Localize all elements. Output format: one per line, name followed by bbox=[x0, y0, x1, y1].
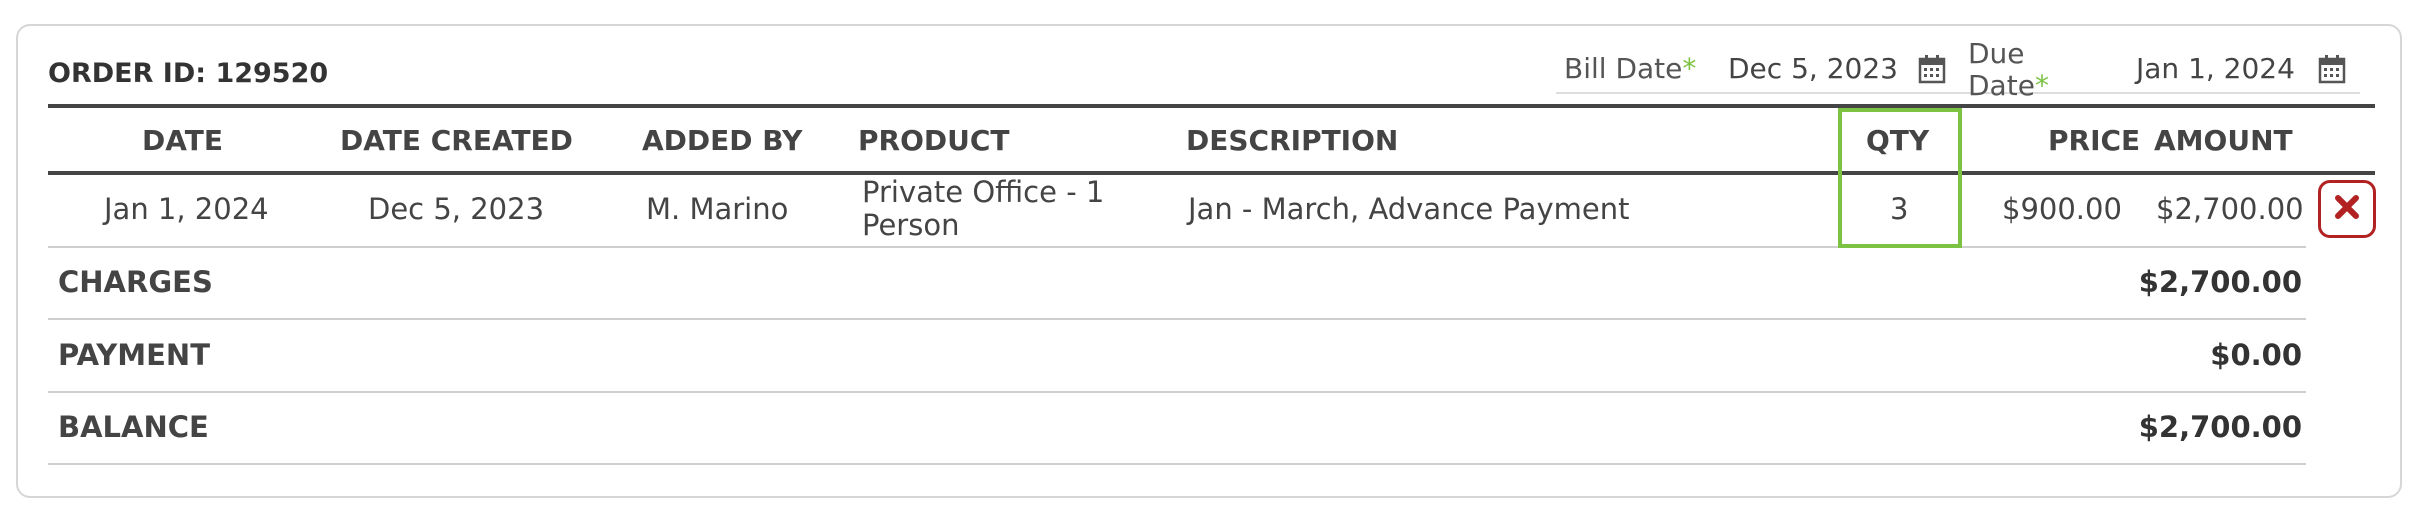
header-price[interactable]: PRICE bbox=[2048, 120, 2140, 162]
payment-value: $0.00 bbox=[2210, 338, 2302, 372]
order-id-label: ORDER ID: 129520 bbox=[48, 58, 329, 89]
required-mark: * bbox=[2034, 69, 2049, 102]
header-bottom-rule bbox=[48, 171, 2375, 175]
row-amount: $2,700.00 bbox=[2156, 192, 2304, 226]
table-top-rule bbox=[48, 104, 2375, 108]
charges-label: CHARGES bbox=[58, 265, 213, 299]
row-date-created: Dec 5, 2023 bbox=[368, 192, 545, 226]
row-qty[interactable]: 3 bbox=[1890, 192, 1908, 226]
due-date-value[interactable]: Jan 1, 2024 bbox=[2136, 52, 2295, 86]
bill-date-label-text: Bill Date bbox=[1564, 52, 1683, 85]
row-date: Jan 1, 2024 bbox=[104, 192, 269, 226]
calendar-icon[interactable] bbox=[2318, 54, 2346, 84]
qty-column-highlight bbox=[1838, 108, 1962, 248]
close-icon bbox=[2332, 192, 2362, 226]
row-description: Jan - March, Advance Payment bbox=[1188, 192, 1630, 226]
row-divider bbox=[48, 391, 2306, 393]
header-description[interactable]: DESCRIPTION bbox=[1186, 120, 1398, 162]
row-price: $900.00 bbox=[2002, 192, 2122, 226]
header-added-by[interactable]: ADDED BY bbox=[642, 120, 802, 162]
row-product: Private Office - 1 Person bbox=[862, 176, 1104, 242]
balance-value: $2,700.00 bbox=[2138, 410, 2302, 444]
delete-line-item-button[interactable] bbox=[2318, 180, 2376, 238]
header-date-created[interactable]: DATE CREATED bbox=[340, 120, 573, 162]
due-date-label: Due Date* bbox=[1968, 38, 2049, 102]
balance-label: BALANCE bbox=[58, 410, 209, 444]
row-added-by: M. Marino bbox=[646, 192, 789, 226]
row-product-line1: Private Office - 1 bbox=[862, 175, 1105, 209]
bill-date-label: Bill Date* bbox=[1564, 52, 1696, 86]
payment-label: PAYMENT bbox=[58, 338, 210, 372]
charges-value: $2,700.00 bbox=[2138, 265, 2302, 299]
header-product[interactable]: PRODUCT bbox=[858, 120, 1010, 162]
bill-date-field[interactable]: Bill Date* Dec 5, 2023 bbox=[1556, 46, 1960, 94]
row-divider bbox=[48, 318, 2306, 320]
row-product-line2: Person bbox=[862, 208, 960, 242]
calendar-icon[interactable] bbox=[1918, 54, 1946, 84]
due-date-label-line2: Date bbox=[1968, 69, 2035, 102]
header-amount[interactable]: AMOUNT bbox=[2154, 120, 2293, 162]
row-divider bbox=[48, 463, 2306, 465]
required-mark: * bbox=[1682, 52, 1697, 85]
due-date-field[interactable]: Due Date* Jan 1, 2024 bbox=[1960, 38, 2360, 102]
row-divider bbox=[48, 246, 2306, 248]
header-date[interactable]: DATE bbox=[142, 120, 223, 162]
bill-date-value[interactable]: Dec 5, 2023 bbox=[1728, 52, 1898, 86]
due-date-label-line1: Due bbox=[1968, 37, 2025, 70]
